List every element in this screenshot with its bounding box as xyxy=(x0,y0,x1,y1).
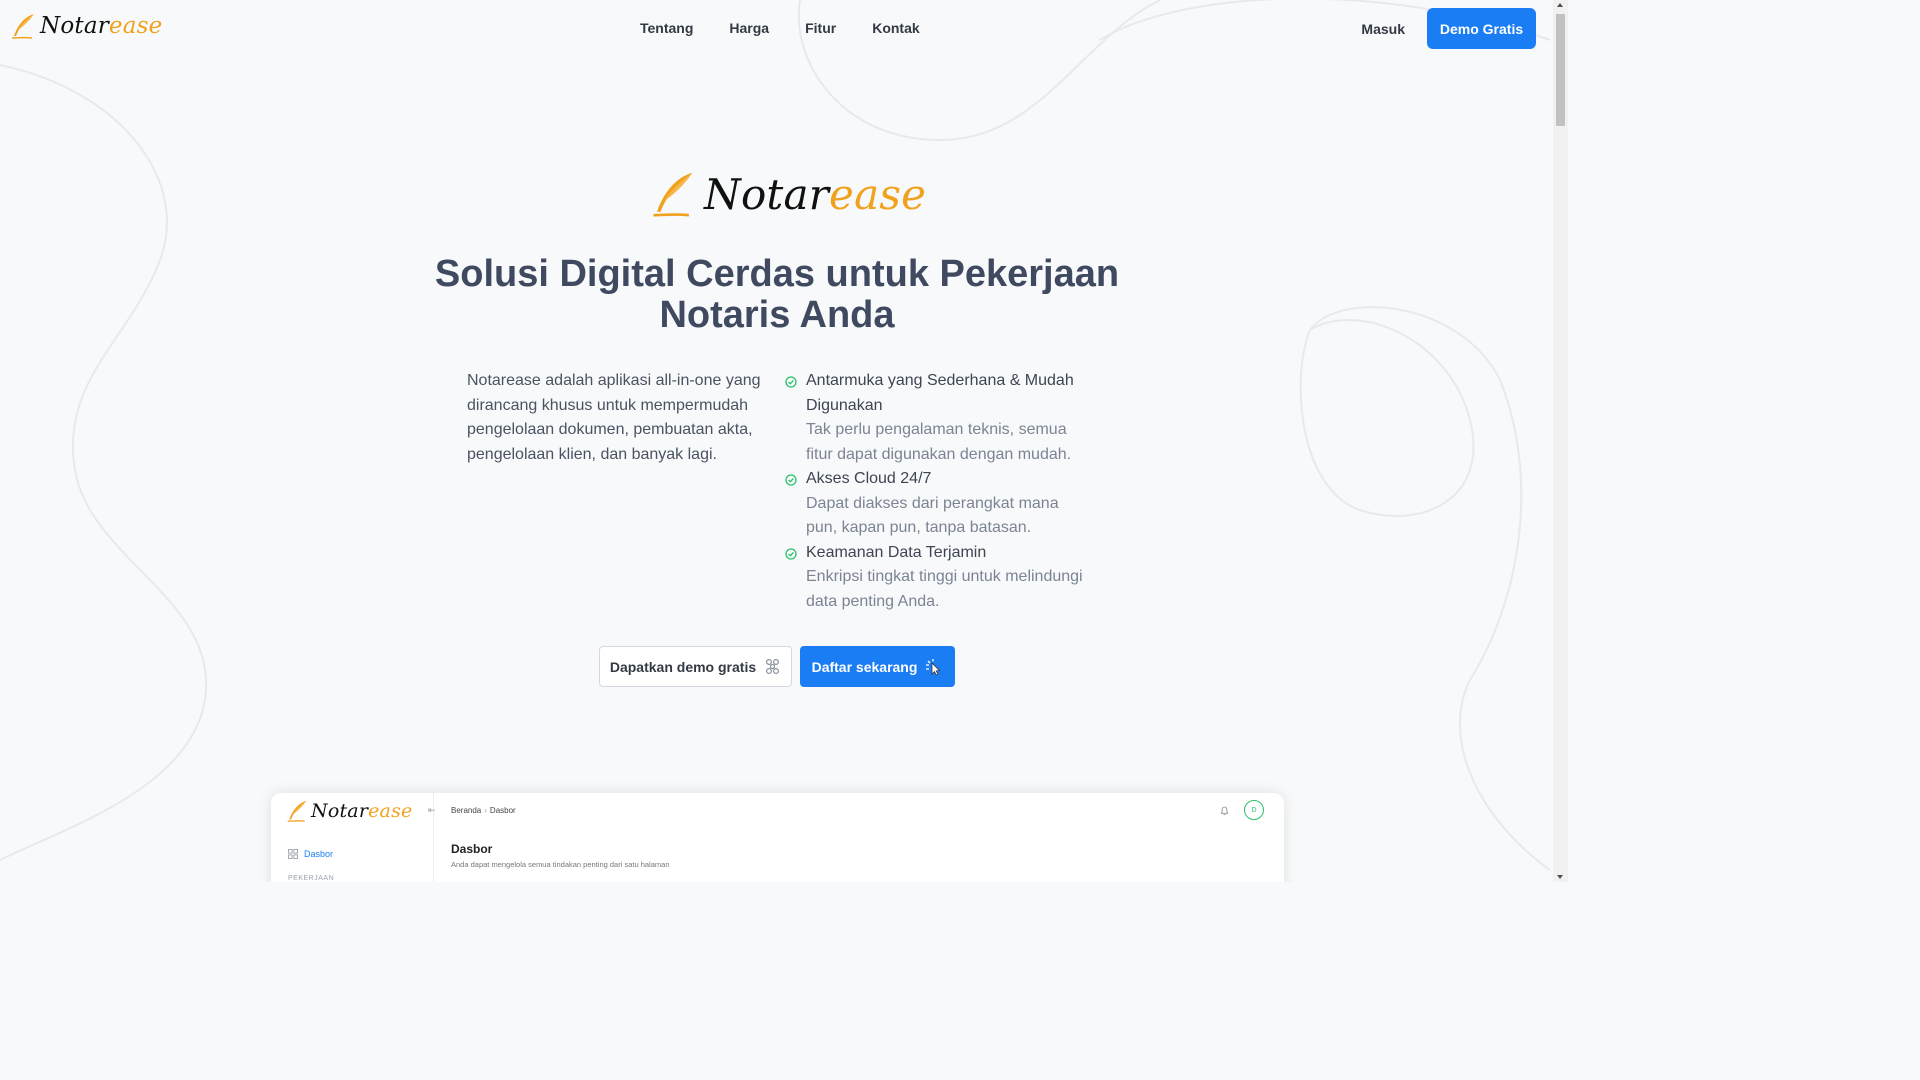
navbar: Notarease Tentang Harga Fitur Kontak Mas… xyxy=(0,0,1552,60)
feature-list: Antarmuka yang Sederhana & Mudah Digunak… xyxy=(785,369,1085,614)
avatar[interactable]: D xyxy=(1244,800,1264,820)
feature-item: Akses Cloud 24/7 Dapat diakses dari pera… xyxy=(785,467,1085,541)
brand-name: Notarease xyxy=(40,13,163,39)
preview-page-title: Dasbor xyxy=(451,842,493,856)
hero-description: Notarease adalah aplikasi all-in-one yan… xyxy=(467,372,761,463)
nav-links: Tentang Harga Fitur Kontak xyxy=(640,20,956,36)
scroll-down-arrow-icon[interactable] xyxy=(1557,875,1563,879)
nav-link-harga[interactable]: Harga xyxy=(729,20,769,36)
quill-icon xyxy=(11,14,34,39)
feature-title: Keamanan Data Terjamin xyxy=(806,543,987,561)
check-circle-icon xyxy=(785,376,797,388)
nav-link-fitur[interactable]: Fitur xyxy=(805,20,836,36)
quill-icon xyxy=(287,800,307,822)
preview-menu-dasbor[interactable]: Dasbor xyxy=(288,849,333,859)
grid-icon xyxy=(288,849,298,859)
breadcrumb-separator: › xyxy=(484,806,487,815)
collapse-sidebar-icon[interactable]: ⇤ xyxy=(428,805,436,816)
feature-item: Antarmuka yang Sederhana & Mudah Digunak… xyxy=(785,369,1085,467)
get-free-demo-button[interactable]: Dapatkan demo gratis xyxy=(599,646,792,687)
register-now-button[interactable]: Daftar sekarang xyxy=(800,646,955,687)
check-circle-icon xyxy=(785,547,797,560)
nav-link-kontak[interactable]: Kontak xyxy=(872,20,919,36)
app-preview: Notarease Dasbor PEKERJAAN ⇤ Beranda › D… xyxy=(271,793,1284,882)
hero-brand-name: Notarease xyxy=(704,169,927,219)
bell-icon[interactable] xyxy=(1219,805,1230,816)
background-curves xyxy=(0,0,1551,871)
preview-brand-name: Notarease xyxy=(311,800,413,822)
breadcrumb-current: Dasbor xyxy=(489,806,516,815)
preview-breadcrumb: Beranda › Dasbor xyxy=(451,806,516,815)
landing-page: Notarease Tentang Harga Fitur Kontak Mas… xyxy=(0,0,1568,882)
feature-title: Akses Cloud 24/7 xyxy=(806,470,932,487)
vertical-scrollbar[interactable] xyxy=(1553,0,1568,882)
preview-brand: Notarease xyxy=(286,799,412,823)
feature-description: Dapat diakses dari perangkat mana pun, k… xyxy=(806,494,1059,537)
feature-title: Antarmuka yang Sederhana & Mudah Digunak… xyxy=(806,372,1074,414)
pointer-click-icon xyxy=(926,658,941,676)
feature-item: Keamanan Data Terjamin Enkripsi tingkat … xyxy=(785,541,1085,615)
preview-page-subtitle: Anda dapat mengelola semua tindakan pent… xyxy=(451,860,670,869)
cta-buttons: Dapatkan demo gratis Daftar sekarang xyxy=(599,646,955,687)
hero-title: Solusi Digital Cerdas untuk Pekerjaan No… xyxy=(434,253,1120,336)
get-free-demo-label: Dapatkan demo gratis xyxy=(609,658,757,675)
scroll-thumb[interactable] xyxy=(1556,14,1565,126)
flower-icon xyxy=(766,658,780,675)
preview-menu-dasbor-label: Dasbor xyxy=(304,849,334,859)
nav-actions: Masuk Demo Gratis xyxy=(1361,8,1536,49)
hero-logo: Notarease xyxy=(650,168,926,220)
scroll-up-arrow-icon[interactable] xyxy=(1557,3,1563,7)
feature-description: Enkripsi tingkat tinggi untuk melindungi… xyxy=(806,568,1083,610)
check-circle-icon xyxy=(785,474,797,486)
preview-section-label: PEKERJAAN xyxy=(288,875,335,882)
nav-link-tentang[interactable]: Tentang xyxy=(640,20,693,36)
quill-icon xyxy=(653,172,693,217)
feature-description: Tak perlu pengalaman teknis, semua fitur… xyxy=(806,421,1072,463)
register-now-label: Daftar sekarang xyxy=(811,658,918,675)
breadcrumb-home[interactable]: Beranda xyxy=(451,806,481,815)
login-link[interactable]: Masuk xyxy=(1361,21,1405,37)
preview-sidebar: Notarease Dasbor PEKERJAAN xyxy=(271,793,434,882)
brand-logo[interactable]: Notarease xyxy=(10,12,162,40)
demo-gratis-button[interactable]: Demo Gratis xyxy=(1427,8,1536,49)
